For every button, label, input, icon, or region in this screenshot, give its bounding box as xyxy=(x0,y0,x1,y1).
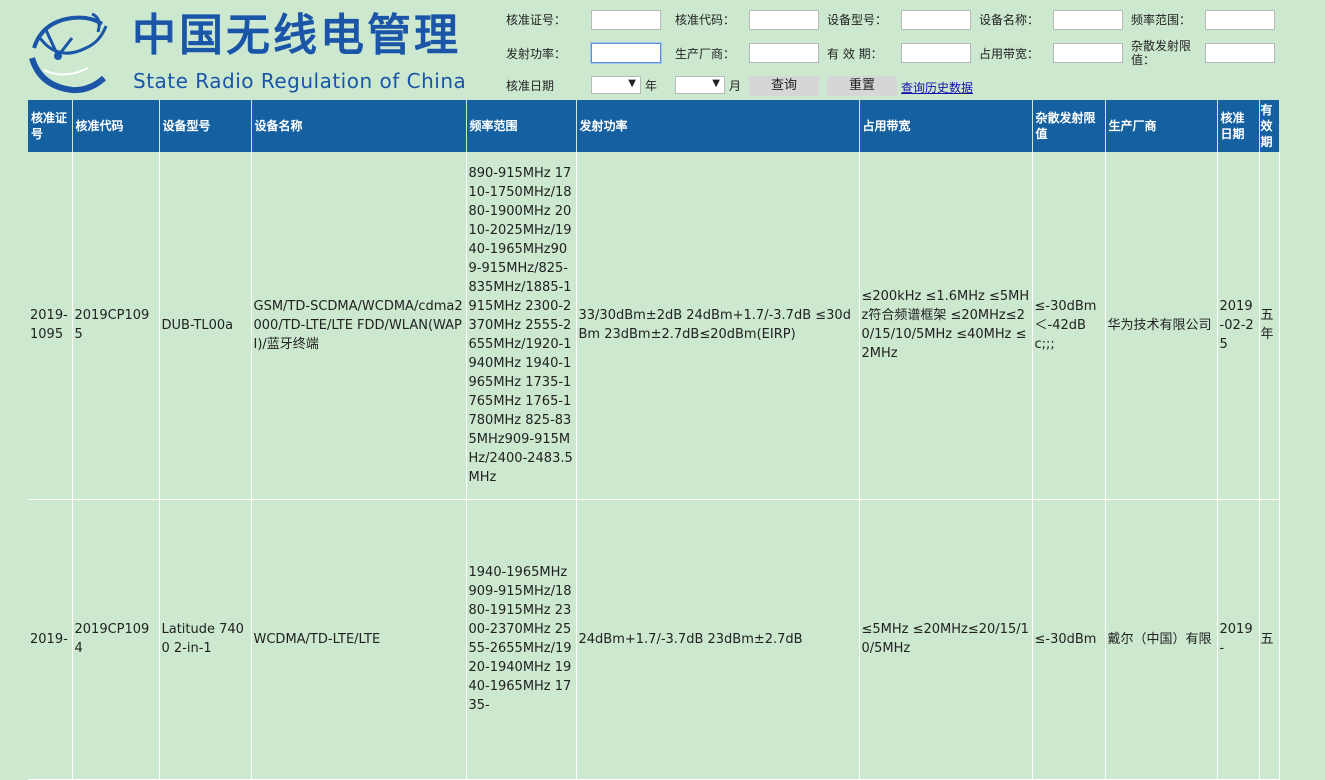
spurious-label: 杂散发射限值： xyxy=(1131,39,1192,67)
manufacturer-cell: 华为技术有限公司 xyxy=(1105,152,1218,500)
table-header-row: 核准证号 核准代码 设备型号 设备名称 频率范围 发射功率 占用带宽 杂散发射限… xyxy=(28,100,1280,152)
approval-code-cell: 2019CP1094 xyxy=(72,499,160,780)
radio-regulation-logo-icon xyxy=(29,12,108,94)
model-label: 设备型号： xyxy=(827,13,888,27)
freq-range-label: 频率范围： xyxy=(1131,13,1192,27)
bandwidth-cell: ≤200kHz ≤1.6MHz ≤5MHz符合频谱框架 ≤20MHz≤20/15… xyxy=(859,152,1033,500)
freq-range-cell: 1940-1965MHz 909-915MHz/1880-1915MHz 230… xyxy=(466,499,577,780)
cert-no-label: 核准证号： xyxy=(506,13,567,27)
model-cell: Latitude 7400 2-in-1 xyxy=(159,499,252,780)
chevron-down-icon: ▼ xyxy=(628,78,636,89)
model-cell: DUB-TL00a xyxy=(159,152,252,500)
validity-cell: 五年 xyxy=(1259,152,1280,500)
column-header[interactable]: 有效期 xyxy=(1259,100,1280,152)
freq-range-input[interactable] xyxy=(1205,10,1275,30)
freq-range-cell: 890-915MHz 1710-1750MHz/1880-1900MHz 201… xyxy=(466,152,577,500)
year-select[interactable]: ▼ xyxy=(591,76,641,94)
table-row[interactable]: 2019- 2019CP1094 Latitude 7400 2-in-1 WC… xyxy=(28,499,1280,780)
device-name-cell: WCDMA/TD-LTE/LTE xyxy=(251,499,467,780)
approval-date-label: 核准日期 xyxy=(506,79,555,93)
spurious-cell: ≤-30dBm＜-42dBc;;; xyxy=(1032,152,1106,500)
column-header[interactable]: 设备名称 xyxy=(251,100,467,152)
column-header[interactable]: 核准日期 xyxy=(1217,100,1260,152)
device-name-cell: GSM/TD-SCDMA/WCDMA/cdma2000/TD-LTE/LTE F… xyxy=(251,152,467,500)
column-header[interactable]: 核准证号 xyxy=(28,100,73,152)
month-select[interactable]: ▼ xyxy=(675,76,725,94)
spurious-input[interactable] xyxy=(1205,43,1275,63)
tx-power-cell: 33/30dBm±2dB 24dBm+1.7/-3.7dB ≤30dBm 23d… xyxy=(576,152,860,500)
tx-power-label: 发射功率： xyxy=(506,47,567,61)
table-row[interactable]: 2019-1095 2019CP1095 DUB-TL00a GSM/TD-SC… xyxy=(28,152,1280,500)
results-table: 核准证号 核准代码 设备型号 设备名称 频率范围 发射功率 占用带宽 杂散发射限… xyxy=(28,100,1280,780)
bandwidth-label: 占用带宽： xyxy=(979,47,1040,61)
approval-code-input[interactable] xyxy=(749,10,819,30)
spurious-cell: ≤-30dBm xyxy=(1032,499,1106,780)
manufacturer-label: 生产厂商： xyxy=(675,47,736,61)
approval-code-label: 核准代码： xyxy=(675,13,736,27)
chevron-down-icon: ▼ xyxy=(712,78,720,89)
date-cell: 2019-02-25 xyxy=(1217,152,1260,500)
column-header[interactable]: 核准代码 xyxy=(72,100,160,152)
column-header[interactable]: 设备型号 xyxy=(159,100,252,152)
brand-title-en: State Radio Regulation of China xyxy=(133,69,467,93)
manufacturer-input[interactable] xyxy=(749,43,819,63)
column-header[interactable]: 占用带宽 xyxy=(859,100,1033,152)
cert-no-cell: 2019-1095 xyxy=(28,152,73,500)
validity-input[interactable] xyxy=(901,43,971,63)
validity-cell: 五 xyxy=(1259,499,1280,780)
tx-power-cell: 24dBm+1.7/-3.7dB 23dBm±2.7dB xyxy=(576,499,860,780)
history-data-link[interactable]: 查询历史数据 xyxy=(901,79,973,96)
column-header[interactable]: 生产厂商 xyxy=(1105,100,1218,152)
reset-button[interactable]: 重置 xyxy=(827,76,897,96)
cert-no-cell: 2019- xyxy=(28,499,73,780)
column-header[interactable]: 杂散发射限值 xyxy=(1032,100,1106,152)
header: 中国无线电管理 State Radio Regulation of China … xyxy=(0,0,1325,100)
approval-code-cell: 2019CP1095 xyxy=(72,152,160,500)
manufacturer-cell: 戴尔（中国）有限 xyxy=(1105,499,1218,780)
device-name-input[interactable] xyxy=(1053,10,1123,30)
column-header[interactable]: 发射功率 xyxy=(576,100,860,152)
bandwidth-input[interactable] xyxy=(1053,43,1123,63)
bandwidth-cell: ≤5MHz ≤20MHz≤20/15/10/5MHz xyxy=(859,499,1033,780)
device-name-label: 设备名称： xyxy=(979,13,1040,27)
year-label: 年 xyxy=(645,79,658,93)
date-cell: 2019- xyxy=(1217,499,1260,780)
cert-no-input[interactable] xyxy=(591,10,661,30)
model-input[interactable] xyxy=(901,10,971,30)
brand-title-cn: 中国无线电管理 xyxy=(132,10,461,61)
tx-power-input[interactable] xyxy=(591,43,661,63)
column-header[interactable]: 频率范围 xyxy=(466,100,577,152)
month-label: 月 xyxy=(729,79,742,93)
validity-label: 有 效 期： xyxy=(827,47,883,61)
query-button[interactable]: 查询 xyxy=(749,76,819,96)
